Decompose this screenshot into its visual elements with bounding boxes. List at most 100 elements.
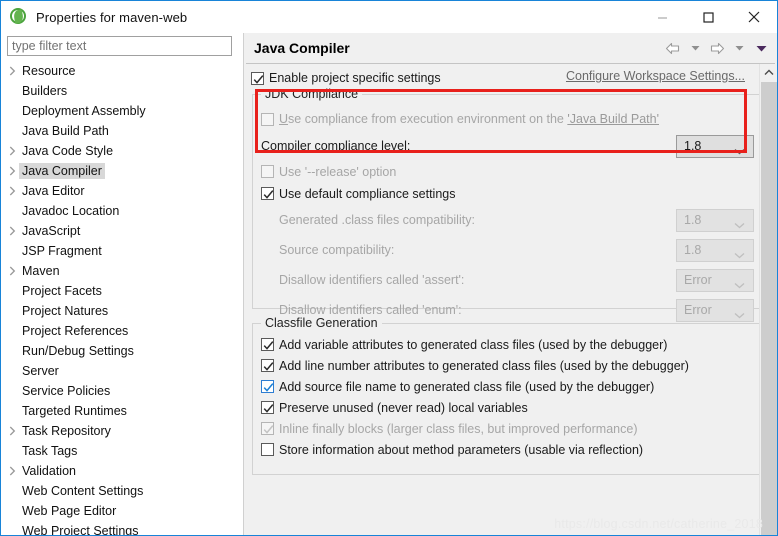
filter-input[interactable] [7,36,232,56]
sidebar-item-web-content-settings[interactable]: Web Content Settings [1,481,244,501]
use-default-compliance-label: Use default compliance settings [279,186,456,201]
scrollbar-thumb[interactable] [761,82,777,535]
sidebar-item-task-tags[interactable]: Task Tags [1,441,244,461]
maximize-button[interactable] [685,1,731,33]
close-button[interactable] [731,1,777,33]
page-nav-buttons [663,33,771,63]
settings-panel: Enable project specific settings Configu… [244,64,777,535]
scroll-up-icon[interactable] [760,64,777,81]
sidebar-item-web-page-editor[interactable]: Web Page Editor [1,501,244,521]
sidebar-item-task-repository[interactable]: Task Repository [1,421,244,441]
classfile-option-checkbox[interactable] [261,422,274,435]
classfile-option-checkbox[interactable] [261,380,274,393]
chevron-right-icon[interactable] [6,166,19,176]
chevron-right-icon[interactable] [6,226,19,236]
sidebar-item-maven[interactable]: Maven [1,261,244,281]
sidebar-item-deployment-assembly[interactable]: Deployment Assembly [1,101,244,121]
sidebar-item-label: Run/Debug Settings [22,344,134,358]
minimize-button[interactable] [639,1,685,33]
use-execution-env-row: Use compliance from execution environmen… [261,107,754,131]
sidebar-item-jsp-fragment[interactable]: JSP Fragment [1,241,244,261]
page-header: Java Compiler [244,33,777,63]
compliance-level-select[interactable]: 1.8 [676,134,754,158]
chevron-down-icon [734,308,745,322]
jdk-compliance-legend: JDK Compliance [261,87,363,101]
sidebar-item-javadoc-location[interactable]: Javadoc Location [1,201,244,221]
sidebar-item-label: Task Tags [22,444,78,458]
compliance-field-select[interactable]: Error [676,268,754,292]
sidebar-item-label: Java Compiler [19,163,105,179]
sidebar-item-label: JSP Fragment [22,244,102,258]
back-dropdown-icon[interactable] [685,37,705,59]
classfile-option-row: Add line number attributes to generated … [261,355,754,376]
sidebar-item-javascript[interactable]: JavaScript [1,221,244,241]
compliance-field-row: Source compatibility: 1.8 [261,235,754,265]
sidebar-item-label: Javadoc Location [22,204,120,218]
classfile-option-row: Add source file name to generated class … [261,376,754,397]
enable-project-specific-checkbox[interactable] [251,71,264,85]
sidebar-item-project-natures[interactable]: Project Natures [1,301,244,321]
sidebar-item-project-facets[interactable]: Project Facets [1,281,244,301]
use-default-compliance-checkbox[interactable] [261,187,274,200]
sidebar-item-label: Resource [22,64,76,78]
classfile-option-checkbox[interactable] [261,359,274,372]
compliance-field-value: Error [684,273,712,287]
sidebar-item-label: Java Build Path [22,124,109,138]
classfile-option-label: Add source file name to generated class … [279,379,655,394]
classfile-option-checkbox[interactable] [261,443,274,456]
chevron-right-icon[interactable] [6,66,19,76]
forward-arrow-icon[interactable] [707,37,727,59]
classfile-option-label: Store information about method parameter… [279,442,644,457]
sidebar-item-run-debug-settings[interactable]: Run/Debug Settings [1,341,244,361]
use-execution-env-checkbox[interactable] [261,112,274,126]
compliance-field-value: 1.8 [684,213,702,227]
sidebar-item-validation[interactable]: Validation [1,461,244,481]
configure-workspace-settings-link[interactable]: Configure Workspace Settings... [566,69,745,83]
sidebar-item-java-code-style[interactable]: Java Code Style [1,141,244,161]
filter-wrap [1,33,244,56]
sidebar-item-project-references[interactable]: Project References [1,321,244,341]
sidebar-item-label: Maven [22,264,60,278]
classfile-option-checkbox[interactable] [261,338,274,351]
vertical-scrollbar[interactable] [759,64,777,535]
classfile-option-checkbox[interactable] [261,401,274,414]
jdk-compliance-group: JDK Compliance Use compliance from execu… [252,87,763,322]
sidebar-item-targeted-runtimes[interactable]: Targeted Runtimes [1,401,244,421]
sidebar-item-label: Builders [22,84,68,98]
sidebar-item-label: Project References [22,324,129,338]
chevron-down-icon [734,144,745,158]
chevron-right-icon[interactable] [6,426,19,436]
sidebar-item-label: Validation [22,464,76,478]
compliance-field-select[interactable]: 1.8 [676,208,754,232]
use-execution-env-label: Use compliance from execution environmen… [279,112,659,126]
sidebar-item-label: Project Facets [22,284,102,298]
chevron-right-icon[interactable] [6,466,19,476]
settings-tree-panel: Resource Builders Deployment Assembly Java … [1,33,244,535]
compliance-field-select[interactable]: Error [676,298,754,322]
sidebar-item-server[interactable]: Server [1,361,244,381]
back-arrow-icon[interactable] [663,37,683,59]
chevron-down-icon [734,248,745,262]
sidebar-item-java-editor[interactable]: Java Editor [1,181,244,201]
chevron-right-icon[interactable] [6,266,19,276]
compliance-field-select[interactable]: 1.8 [676,238,754,262]
compliance-level-value: 1.8 [684,139,702,153]
use-release-option-checkbox[interactable] [261,165,274,178]
sidebar-item-label: Server [22,364,59,378]
sidebar-item-label: Web Page Editor [22,504,117,518]
title-bar: Properties for maven-web [1,1,777,33]
java-build-path-link[interactable]: 'Java Build Path' [567,112,659,126]
sidebar-item-java-compiler[interactable]: Java Compiler [1,161,244,181]
chevron-right-icon[interactable] [6,146,19,156]
sidebar-item-builders[interactable]: Builders [1,81,244,101]
classfile-options-list: Add variable attributes to generated cla… [261,334,754,460]
classfile-generation-group: Classfile Generation Add variable attrib… [252,316,763,475]
view-menu-icon[interactable] [751,37,771,59]
chevron-right-icon[interactable] [6,186,19,196]
sidebar-item-resource[interactable]: Resource [1,61,244,81]
sidebar-item-java-build-path[interactable]: Java Build Path [1,121,244,141]
sidebar-item-web-project-settings[interactable]: Web Project Settings [1,521,244,535]
classfile-option-row: Preserve unused (never read) local varia… [261,397,754,418]
forward-dropdown-icon[interactable] [729,37,749,59]
sidebar-item-service-policies[interactable]: Service Policies [1,381,244,401]
